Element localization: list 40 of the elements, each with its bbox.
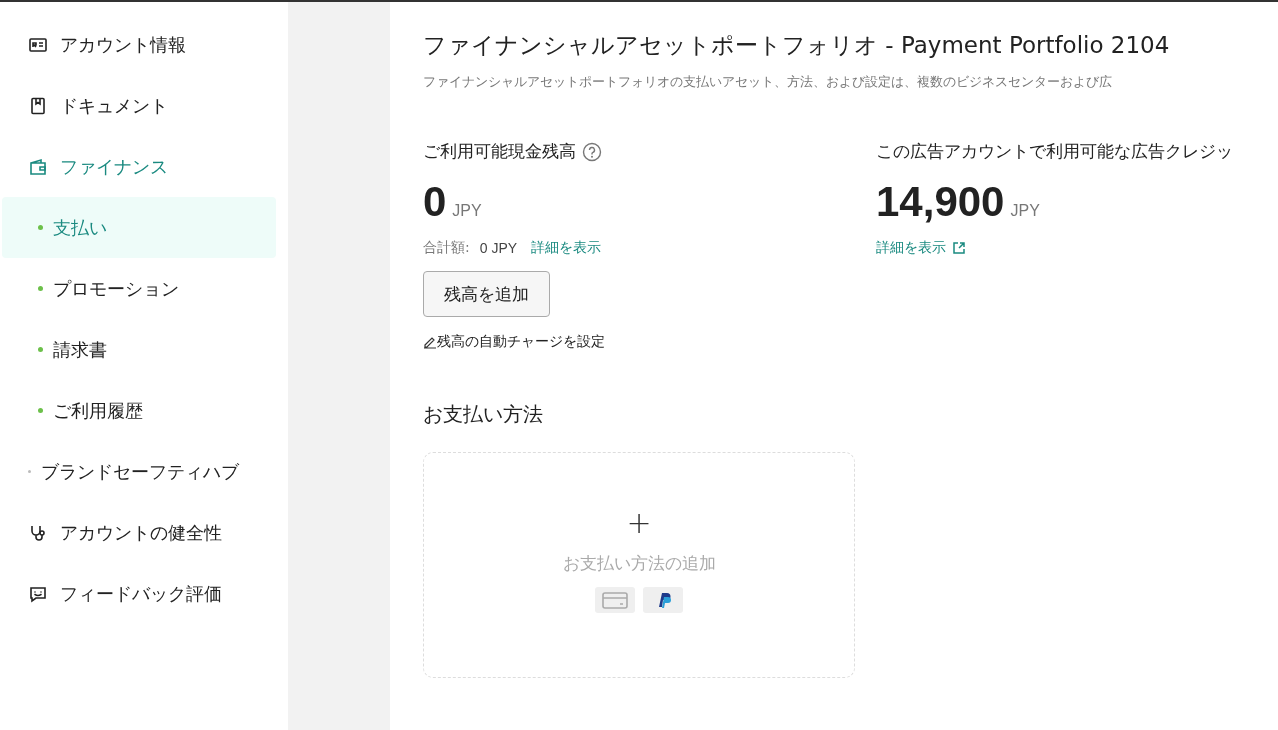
ad-credit-amount: 14,900 bbox=[876, 179, 1005, 226]
currency-label: JPY bbox=[452, 202, 482, 220]
page-description: ファイナンシャルアセットポートフォリオの支払いアセット、方法、および設定は、複数のビジネスセンターおよび広 bbox=[423, 73, 1113, 91]
total-value: 0 JPY bbox=[479, 240, 518, 257]
sidebar-subitem[interactable]: ブランドセーフティハブ bbox=[2, 441, 276, 502]
bullet-icon bbox=[38, 225, 43, 230]
details-link[interactable]: 詳細を表示 bbox=[876, 239, 946, 258]
wallet-icon bbox=[28, 156, 48, 177]
credit-card-icon bbox=[595, 586, 635, 613]
sidebar-item[interactable]: ドキュメント bbox=[2, 75, 276, 136]
bullet-icon bbox=[38, 286, 43, 291]
sidebar-subitem[interactable]: 支払い bbox=[2, 197, 276, 258]
bullet-icon bbox=[38, 408, 43, 413]
bookmark-icon bbox=[28, 95, 48, 116]
external-link-icon[interactable] bbox=[952, 241, 966, 256]
balance-amount: 0 bbox=[423, 179, 447, 226]
ad-credit-label: この広告アカウントで利用可能な広告クレジッ bbox=[876, 140, 1233, 163]
page-title: ファイナンシャルアセットポートフォリオ - Payment Portfolio 2104 bbox=[423, 31, 1171, 60]
add-payment-card[interactable]: + お支払い方法の追加 bbox=[423, 452, 855, 679]
paypal-icon bbox=[643, 586, 683, 613]
bullet-icon bbox=[28, 470, 31, 473]
sidebar-item[interactable]: ファイナンス bbox=[2, 136, 276, 197]
sidebar-item[interactable]: フィードバック評価 bbox=[2, 563, 276, 624]
section-heading: お支払い方法 bbox=[423, 401, 543, 429]
sidebar-subitem[interactable]: 請求書 bbox=[2, 319, 276, 380]
balance-label: ご利用可能現金残高 bbox=[423, 140, 576, 163]
sidebar-item[interactable]: アカウントの健全性 bbox=[2, 502, 276, 563]
sidebar-subitem[interactable]: ご利用履歴 bbox=[2, 380, 276, 441]
sidebar-item[interactable]: アカウント情報 bbox=[2, 14, 276, 75]
currency-label: JPY bbox=[1010, 202, 1040, 220]
bullet-icon bbox=[38, 347, 43, 352]
help-icon[interactable] bbox=[582, 141, 602, 162]
details-link[interactable]: 詳細を表示 bbox=[531, 239, 602, 258]
add-payment-label: お支払い方法の追加 bbox=[562, 551, 716, 575]
sidebar-subitem[interactable]: プロモーション bbox=[2, 258, 276, 319]
pencil-icon bbox=[423, 335, 437, 350]
plus-icon: + bbox=[626, 507, 652, 538]
total-label: 合計額: bbox=[423, 239, 470, 258]
add-balance-button[interactable]: 残高を追加 bbox=[423, 271, 550, 318]
auto-charge-link[interactable]: 残高の自動チャージを設定 bbox=[437, 333, 605, 352]
